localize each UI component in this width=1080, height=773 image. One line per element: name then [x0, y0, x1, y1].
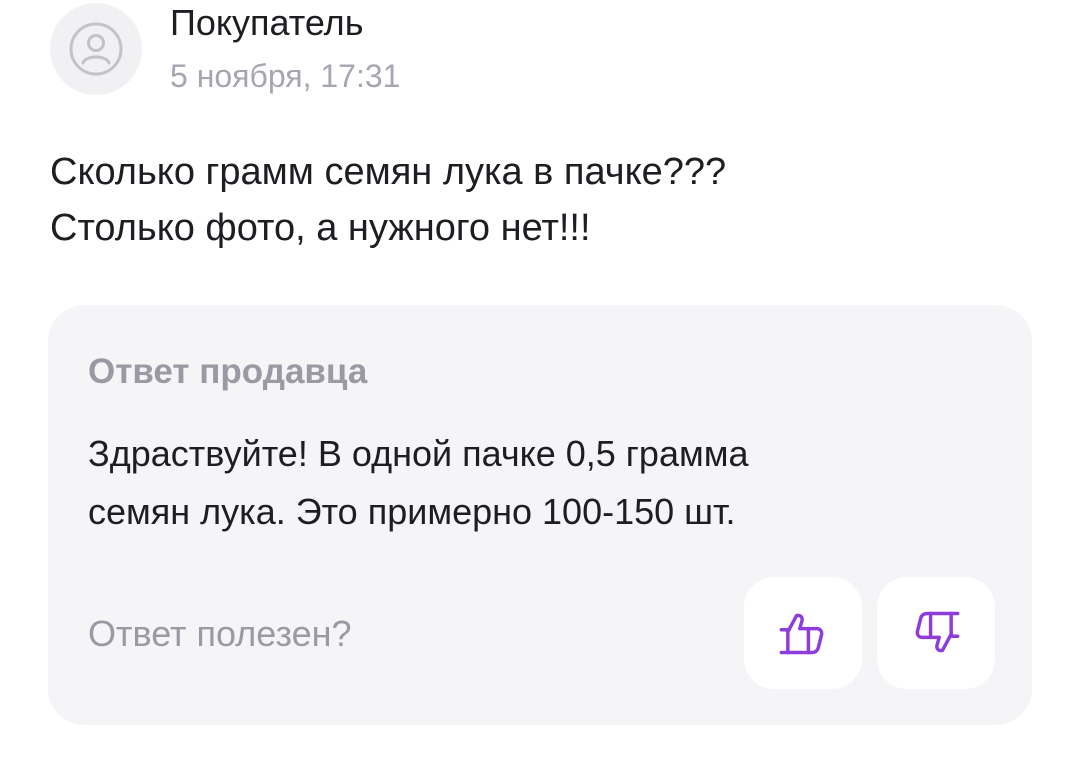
seller-answer-text: Здраствуйте! В одной пачке 0,5 грамма се…	[88, 425, 988, 541]
review-date: 5 ноября, 17:31	[170, 58, 401, 94]
author-name: Покупатель	[170, 2, 364, 43]
thumbs-up-icon	[779, 613, 824, 655]
seller-answer-title: Ответ продавца	[88, 352, 368, 391]
avatar	[50, 3, 142, 95]
thumbs-down-icon	[915, 611, 960, 653]
dislike-button[interactable]	[877, 577, 995, 689]
answer-line: семян лука. Это примерно 100-150 шт.	[88, 491, 736, 532]
question-text: Сколько грамм семян лука в пачке??? Стол…	[50, 144, 1010, 256]
question-line: Столько фото, а нужного нет!!!	[50, 207, 591, 249]
user-icon	[69, 22, 123, 76]
seller-answer-card: Ответ продавца Здраствуйте! В одной пачк…	[48, 305, 1032, 725]
answer-line: Здраствуйте! В одной пачке 0,5 грамма	[88, 433, 749, 474]
like-button[interactable]	[744, 577, 862, 689]
helpful-prompt: Ответ полезен?	[88, 613, 352, 654]
question-line: Сколько грамм семян лука в пачке???	[50, 151, 727, 193]
